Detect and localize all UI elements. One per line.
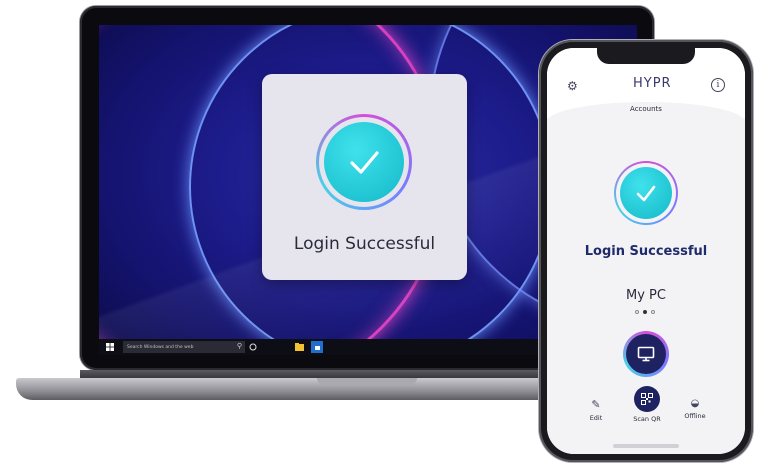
login-success-text: Login Successful [293, 234, 436, 254]
qr-code-icon [634, 386, 660, 412]
bottom-action-bar: ✎ Edit Scan QR ◒ Offline [547, 386, 745, 446]
task-view-icon[interactable] [245, 339, 261, 355]
taskbar-search-input[interactable]: Search Windows and the web ⚲ [123, 341, 245, 353]
store-icon[interactable] [311, 341, 323, 353]
check-icon [620, 167, 672, 219]
pencil-icon: ✎ [591, 398, 601, 411]
search-icon: ⚲ [236, 342, 242, 350]
home-indicator [613, 444, 679, 448]
windows-icon[interactable] [99, 339, 121, 355]
file-explorer-icon[interactable] [291, 339, 307, 355]
success-badge [614, 161, 678, 225]
offline-label: Offline [684, 412, 706, 420]
accounts-tab-label: Accounts [630, 105, 662, 113]
search-placeholder: Search Windows and the web [127, 344, 194, 350]
login-success-card: Login Successful [262, 74, 467, 280]
phone-screen: ⚙ HYPR i Accounts Login Successful My PC… [547, 48, 745, 454]
device-name: My PC [626, 288, 666, 303]
login-success-text: Login Successful [584, 244, 708, 259]
edit-button[interactable]: ✎ Edit [581, 398, 611, 422]
check-icon [324, 122, 404, 202]
device-login-button[interactable] [623, 331, 669, 377]
monitor-icon [626, 334, 666, 374]
offline-button[interactable]: ◒ Offline [679, 398, 711, 420]
edit-label: Edit [589, 414, 603, 422]
hypr-logo: HYPR [633, 76, 672, 91]
success-badge [316, 114, 412, 210]
gear-icon[interactable]: ⚙ [567, 79, 578, 93]
carousel-dot[interactable] [651, 310, 655, 314]
carousel-dot-active[interactable] [643, 310, 647, 314]
device-carousel-indicator [635, 310, 655, 314]
phone-notch [597, 48, 695, 64]
laptop-opening-notch [317, 378, 417, 385]
scan-qr-label: Scan QR [633, 415, 661, 423]
scan-qr-button[interactable]: Scan QR [627, 386, 667, 423]
offline-icon: ◒ [690, 398, 700, 409]
carousel-dot[interactable] [635, 310, 639, 314]
info-icon[interactable]: i [711, 78, 725, 92]
